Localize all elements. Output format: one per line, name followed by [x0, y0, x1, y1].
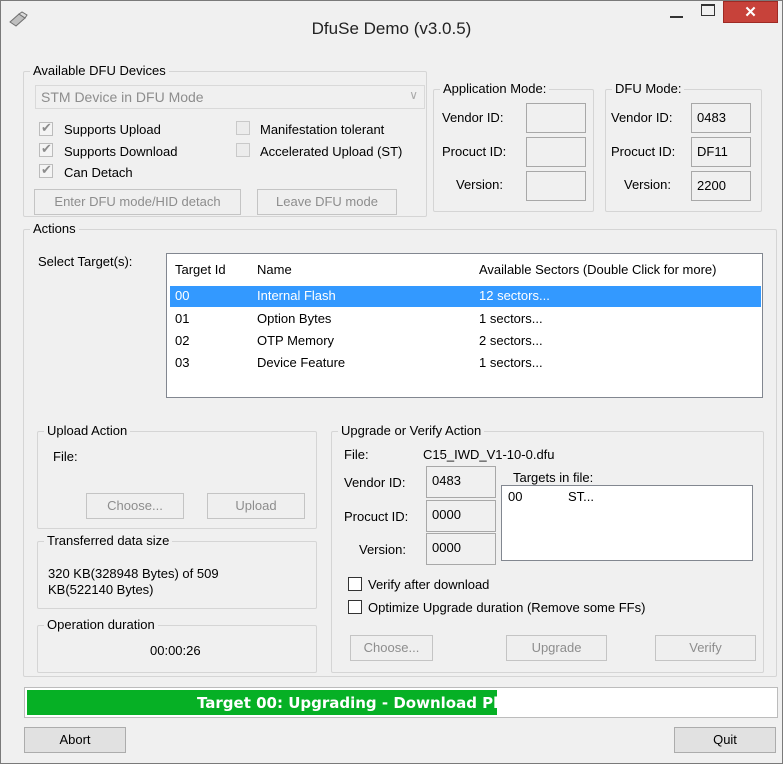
upgrade-choose-button[interactable]: Choose...	[350, 635, 433, 661]
upgrade-product-id-field: 0000	[426, 500, 496, 532]
column-header-sectors[interactable]: Available Sectors (Double Click for more…	[479, 262, 716, 277]
maximize-icon	[701, 4, 715, 16]
verify-button[interactable]: Verify	[655, 635, 756, 661]
table-row[interactable]: 01 Option Bytes 1 sectors...	[170, 309, 761, 330]
dfu-vendor-id-label: Vendor ID:	[611, 110, 673, 125]
abort-button[interactable]: Abort	[24, 727, 126, 753]
upgrade-file-value: C15_IWD_V1-10-0.dfu	[423, 447, 555, 462]
row-sectors: 2 sectors...	[479, 333, 543, 348]
row-sectors: 1 sectors...	[479, 355, 543, 370]
targets-in-file-list[interactable]: 00 ST...	[501, 485, 753, 561]
operation-duration-value: 00:00:26	[150, 643, 201, 658]
leave-dfu-mode-button[interactable]: Leave DFU mode	[257, 189, 397, 215]
upload-file-label: File:	[53, 449, 78, 464]
can-detach-checkbox[interactable]: ✔	[39, 162, 53, 178]
manifestation-tolerant-checkbox[interactable]	[236, 121, 250, 135]
transferred-line-1: 320 KB(328948 Bytes) of 509	[48, 566, 219, 581]
select-targets-label: Select Target(s):	[38, 254, 133, 269]
upgrade-file-label: File:	[344, 447, 369, 462]
group-label: DFU Mode:	[612, 81, 685, 97]
upgrade-button[interactable]: Upgrade	[506, 635, 607, 661]
manifestation-tolerant-label: Manifestation tolerant	[260, 122, 385, 137]
row-target-id: 03	[175, 355, 190, 370]
dfu-product-id-field: DF11	[691, 137, 751, 167]
targets-list[interactable]: Target Id Name Available Sectors (Double…	[166, 253, 763, 398]
group-label: Application Mode:	[440, 81, 550, 97]
table-row[interactable]: 03 Device Feature 1 sectors...	[170, 353, 761, 374]
dfuse-window: DfuSe Demo (v3.0.5) ✕ Available DFU Devi…	[0, 0, 783, 764]
transferred-line-2: KB(522140 Bytes)	[48, 582, 154, 597]
optimize-upgrade-label: Optimize Upgrade duration (Remove some F…	[368, 600, 646, 615]
enter-dfu-mode-button[interactable]: Enter DFU mode/HID detach	[34, 189, 241, 215]
dfu-version-field: 2200	[691, 171, 751, 201]
row-target-id: 02	[175, 333, 190, 348]
close-icon: ✕	[744, 4, 757, 21]
app-product-id-label: Procuct ID:	[442, 144, 507, 159]
upgrade-version-label: Version:	[359, 542, 406, 557]
supports-download-label: Supports Download	[64, 144, 178, 159]
app-product-id-field	[526, 137, 586, 167]
row-sectors: 1 sectors...	[479, 311, 543, 326]
device-select[interactable]: STM Device in DFU Mode ∨	[35, 85, 425, 109]
supports-upload-label: Supports Upload	[64, 122, 161, 137]
optimize-upgrade-checkbox[interactable]	[348, 600, 362, 614]
close-button[interactable]: ✕	[723, 1, 778, 23]
verify-after-download-label: Verify after download	[368, 577, 490, 592]
title-bar: DfuSe Demo (v3.0.5) ✕	[1, 1, 782, 47]
group-label: Transferred data size	[44, 533, 173, 549]
upgrade-vendor-id-label: Vendor ID:	[344, 475, 406, 490]
row-name: Device Feature	[257, 355, 346, 370]
upgrade-version-field: 0000	[426, 533, 496, 565]
verify-after-download-checkbox[interactable]	[348, 577, 362, 591]
app-version-field	[526, 171, 586, 201]
can-detach-label: Can Detach	[64, 165, 133, 180]
upload-choose-button[interactable]: Choose...	[86, 493, 184, 519]
app-vendor-id-field	[526, 103, 586, 133]
progress-text: Target 00: Upgrading - Download Phase (6…	[196, 694, 605, 712]
row-sectors: 12 sectors...	[479, 288, 550, 303]
target-file-name: ST...	[568, 489, 595, 504]
row-name: Internal Flash	[257, 288, 336, 303]
column-header-name[interactable]: Name	[257, 262, 292, 277]
accelerated-upload-checkbox[interactable]	[236, 143, 250, 157]
row-name: OTP Memory	[257, 333, 335, 348]
accelerated-upload-label: Accelerated Upload (ST)	[260, 144, 403, 159]
progress-bar: Target 00: Upgrading - Download Phase (6…	[24, 687, 778, 718]
target-file-id: 00	[508, 489, 523, 504]
group-label: Available DFU Devices	[30, 63, 169, 79]
supports-upload-checkbox[interactable]: ✔	[39, 120, 53, 136]
maximize-button[interactable]	[693, 1, 723, 23]
chevron-down-icon: ∨	[409, 88, 418, 102]
upgrade-vendor-id-field: 0483	[426, 466, 496, 498]
quit-button[interactable]: Quit	[674, 727, 776, 753]
minimize-icon	[670, 16, 683, 18]
row-name: Option Bytes	[257, 311, 332, 326]
group-label: Actions	[30, 221, 79, 237]
dfu-vendor-id-field: 0483	[691, 103, 751, 133]
device-select-value: STM Device in DFU Mode	[41, 89, 204, 105]
upload-button[interactable]: Upload	[207, 493, 305, 519]
upgrade-product-id-label: Procuct ID:	[344, 509, 409, 524]
app-vendor-id-label: Vendor ID:	[442, 110, 504, 125]
row-target-id: 00	[175, 288, 190, 303]
table-row[interactable]: 02 OTP Memory 2 sectors...	[170, 331, 761, 352]
column-header-target-id[interactable]: Target Id	[175, 262, 226, 277]
group-label: Operation duration	[44, 617, 158, 633]
group-label: Upload Action	[44, 423, 131, 439]
row-target-id: 01	[175, 311, 190, 326]
minimize-button[interactable]	[661, 1, 691, 23]
targets-in-file-label: Targets in file:	[513, 470, 594, 485]
group-label: Upgrade or Verify Action	[338, 423, 485, 439]
dfu-version-label: Version:	[624, 177, 671, 192]
supports-download-checkbox[interactable]: ✔	[39, 141, 53, 157]
table-row[interactable]: 00 Internal Flash 12 sectors...	[170, 286, 761, 307]
app-version-label: Version:	[456, 177, 503, 192]
dfu-product-id-label: Procuct ID:	[611, 144, 676, 159]
